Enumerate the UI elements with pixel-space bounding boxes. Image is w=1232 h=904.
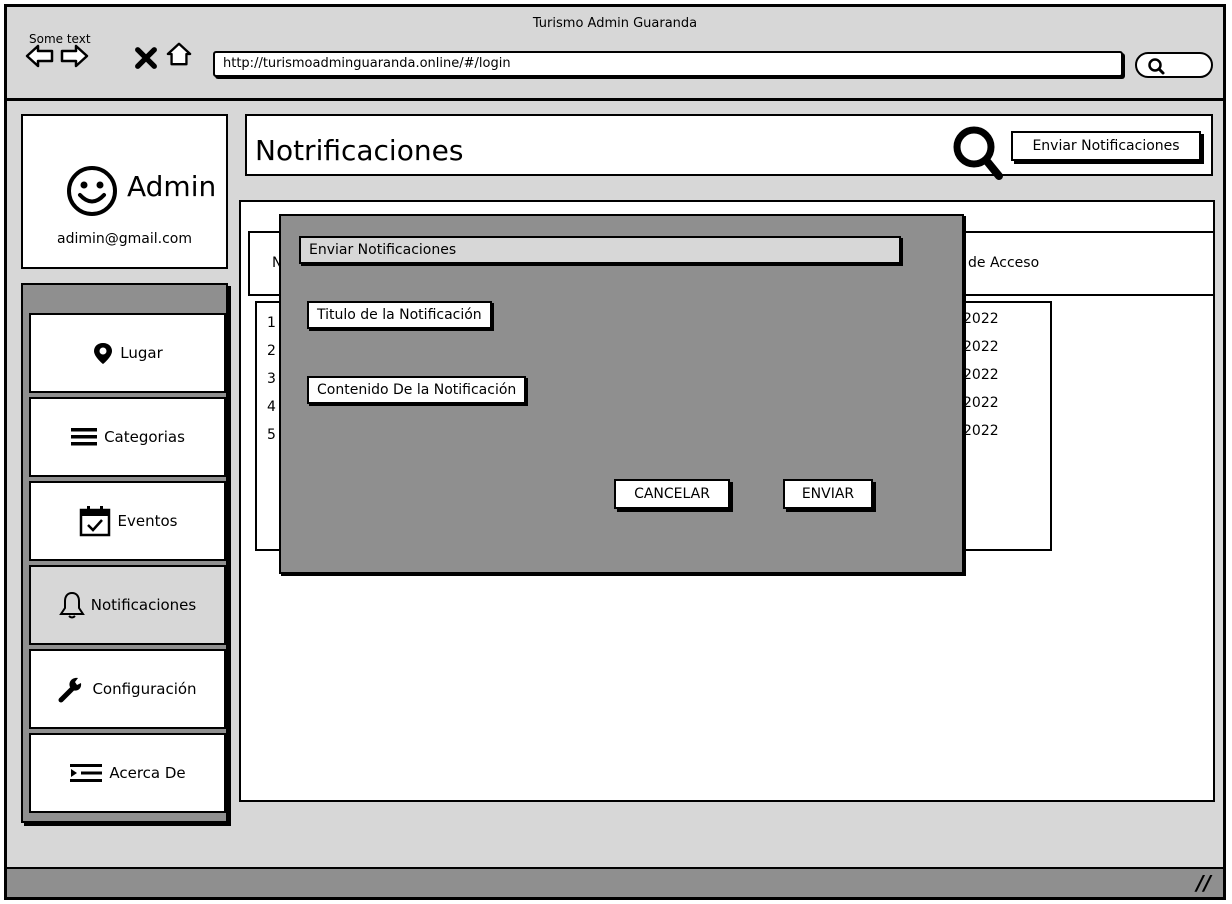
close-x-icon[interactable]	[131, 45, 161, 71]
column-header: de Acceso	[968, 255, 1040, 271]
notification-content-field[interactable]: Contenido De la Notificación	[307, 376, 527, 404]
table-cell-number: 4	[267, 399, 276, 415]
sidebar-item-label: Categorias	[104, 428, 185, 446]
send-notification-modal: Enviar Notificaciones Titulo de la Notif…	[279, 214, 964, 574]
table-cell-year: 2022	[963, 395, 999, 411]
sidebar-item-eventos[interactable]: Eventos	[29, 481, 226, 561]
notification-title-field[interactable]: Titulo de la Notificación	[307, 301, 492, 329]
table-cell-number: 2	[267, 343, 276, 359]
sidebar-item-acerca-de[interactable]: Acerca De	[29, 733, 226, 813]
sidebar-item-configuracion[interactable]: Configuración	[29, 649, 226, 729]
user-email: adimin@gmail.com	[57, 231, 192, 247]
smiley-face-icon	[67, 166, 117, 216]
table-cell-year: 2022	[963, 339, 999, 355]
send-notifications-button[interactable]: Enviar Notificaciones	[1011, 131, 1201, 161]
home-icon[interactable]	[164, 41, 194, 67]
cancel-button[interactable]: CANCELAR	[614, 479, 730, 509]
indent-list-icon	[70, 764, 103, 782]
search-icon[interactable]	[951, 124, 1007, 184]
window-title: Turismo Admin Guaranda	[532, 16, 698, 31]
sidebar-item-label: Configuración	[92, 680, 197, 698]
table-cell-year: 2022	[963, 423, 999, 439]
bell-icon	[58, 591, 85, 619]
map-pin-icon	[94, 343, 113, 364]
browser-search-field[interactable]	[1135, 52, 1213, 78]
table-cell-number: 5	[267, 427, 276, 443]
forward-arrow-icon[interactable]	[59, 43, 89, 69]
back-arrow-icon[interactable]	[25, 43, 55, 69]
sidebar-item-label: Acerca De	[109, 764, 186, 782]
modal-title: Enviar Notificaciones	[299, 236, 901, 264]
page-title: Notrificaciones	[255, 134, 464, 167]
address-bar[interactable]: http://turismoadminguaranda.online/#/log…	[213, 51, 1123, 77]
browser-titlebar: Turismo Admin Guaranda Some text http://…	[7, 7, 1223, 101]
table-cell-year: 2022	[963, 367, 999, 383]
menu-lines-icon	[71, 428, 98, 446]
table-cell-number: 1	[267, 315, 276, 331]
wrench-icon	[58, 677, 82, 703]
resize-grip[interactable]: //	[1196, 871, 1211, 895]
sidebar-item-label: Lugar	[120, 344, 163, 362]
sidebar-item-categorias[interactable]: Categorias	[29, 397, 226, 477]
browser-window: Turismo Admin Guaranda Some text http://…	[4, 4, 1226, 900]
sidebar-item-lugar[interactable]: Lugar	[29, 313, 226, 393]
sidebar: Lugar Categorias Eventos Notificaciones …	[21, 283, 228, 823]
sidebar-item-label: Eventos	[117, 512, 178, 530]
table-cell-number: 3	[267, 371, 276, 387]
user-card: Admin adimin@gmail.com	[21, 114, 228, 269]
sidebar-item-label: Notificaciones	[90, 596, 197, 614]
user-name: Admin	[127, 170, 217, 203]
table-cell-year: 2022	[963, 311, 999, 327]
calendar-check-icon	[79, 506, 110, 537]
send-button[interactable]: ENVIAR	[783, 479, 873, 509]
search-icon	[1148, 58, 1165, 75]
status-bar: //	[7, 867, 1223, 897]
sidebar-item-notificaciones[interactable]: Notificaciones	[29, 565, 226, 645]
